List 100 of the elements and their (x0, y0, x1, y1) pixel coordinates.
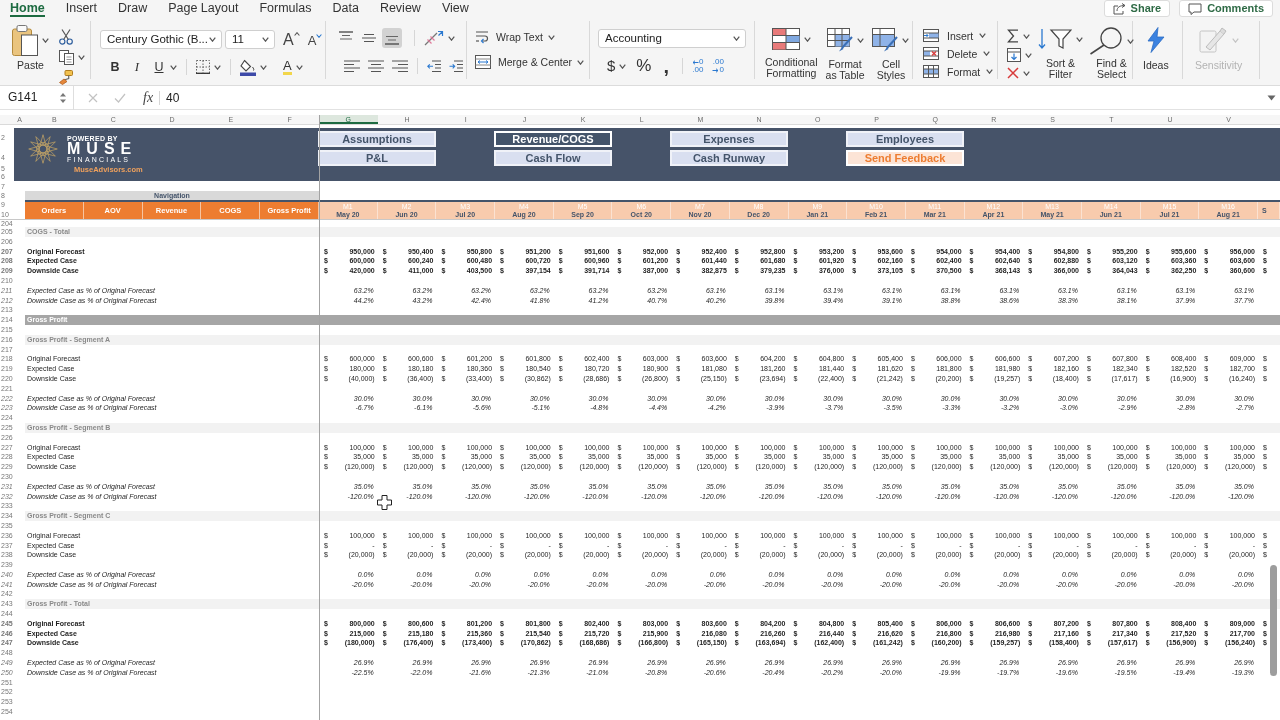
star-emblem-icon (28, 134, 58, 164)
conditional-formatting-button[interactable]: Conditional Formatting (765, 28, 818, 79)
sum-icon[interactable] (1007, 29, 1019, 43)
caret-icon[interactable] (170, 64, 177, 70)
name-box-field[interactable]: G141 (0, 85, 74, 110)
highlighted-grid-icon (771, 28, 800, 50)
bold-button[interactable]: B (108, 61, 122, 73)
arrow-left-icon (692, 59, 700, 65)
align-right-icon[interactable] (392, 59, 408, 73)
caret-icon[interactable] (1023, 33, 1030, 39)
formula-field[interactable]: 40 (166, 88, 1267, 107)
increase-indent-icon[interactable] (449, 60, 463, 72)
align-middle-icon (361, 31, 377, 45)
increase-font-size-button[interactable]: A (283, 31, 300, 48)
page-link-button[interactable]: Expenses (670, 131, 788, 147)
decrease-font-size-button[interactable]: A (307, 34, 323, 48)
caret-icon[interactable] (1127, 38, 1134, 44)
page-link-button[interactable]: P&L (318, 150, 436, 166)
arrow-funnel-icon (1038, 27, 1072, 51)
caret-icon[interactable] (619, 63, 627, 69)
paintbrush-icon[interactable] (59, 70, 73, 85)
align-bottom-button[interactable] (382, 28, 402, 48)
caret-up-icon (293, 31, 300, 36)
paint-bucket-icon[interactable] (240, 58, 256, 76)
insert-function-button[interactable]: fx (143, 91, 154, 104)
down-arrow-box-icon[interactable] (1007, 48, 1021, 62)
find-select-button[interactable]: Find & Select (1089, 27, 1134, 79)
comments-button[interactable]: Comments (1179, 0, 1273, 17)
caret-icon[interactable] (986, 69, 994, 74)
percent-style-button[interactable]: % (636, 60, 652, 72)
borders-icon[interactable] (196, 60, 210, 74)
caret-icon[interactable] (295, 64, 303, 70)
caret-icon[interactable] (979, 33, 987, 38)
caret-icon[interactable] (214, 64, 221, 70)
wrap-text-icon (475, 30, 489, 44)
font-size-dropdown[interactable]: 11 (225, 30, 275, 49)
dropdown-triangle-icon[interactable] (1267, 94, 1276, 101)
paste-button[interactable]: Paste (12, 25, 49, 79)
underline-button[interactable]: U (152, 61, 166, 73)
ribbon-tab[interactable]: Home (10, 0, 45, 17)
caret-icon[interactable] (577, 59, 585, 65)
page-link-button[interactable]: Revenue/COGS (494, 131, 612, 147)
diagonal-arrow-icon[interactable] (424, 30, 444, 46)
ribbon-tab[interactable]: View (441, 0, 469, 17)
italic-button[interactable]: I (130, 61, 144, 73)
caret-icon[interactable] (1076, 36, 1083, 42)
ideas-button[interactable]: Ideas (1143, 27, 1169, 71)
accounting-format-button[interactable]: $ (607, 60, 616, 72)
ribbon-tab[interactable]: Formulas (259, 0, 312, 17)
cell-styles-button[interactable]: Cell Styles (872, 28, 910, 79)
font-color-button[interactable]: A (283, 59, 292, 75)
decrease-decimal-button[interactable]: .00 0 (712, 58, 724, 74)
cross-icon[interactable] (1007, 67, 1019, 79)
caret-icon[interactable] (262, 37, 269, 42)
stepper-icon (59, 91, 67, 104)
sort-filter-button[interactable]: Sort & Filter (1038, 27, 1083, 79)
decrease-indent-icon[interactable] (427, 60, 441, 72)
wrap-text-button[interactable]: Wrap Text (475, 30, 543, 44)
page-link-button[interactable]: Cash Flow (494, 150, 612, 166)
page-link-button[interactable]: Assumptions (318, 131, 436, 147)
caret-icon[interactable] (260, 64, 267, 70)
caret-icon[interactable] (856, 37, 864, 43)
insert-cells-button[interactable]: Insert (923, 29, 974, 42)
caret-icon[interactable] (547, 34, 555, 40)
format-cells-button[interactable]: Format (923, 65, 981, 78)
caret-icon[interactable] (1023, 70, 1030, 76)
ribbon-tab[interactable]: Review (379, 0, 421, 17)
page-link-button[interactable]: Cash Runway (670, 150, 788, 166)
increase-decimal-button[interactable]: 0 .00 (692, 58, 704, 74)
check-icon[interactable] (114, 92, 126, 103)
font-name-dropdown[interactable]: Century Gothic (B... (100, 30, 222, 49)
copy-icon[interactable] (59, 50, 74, 65)
caret-icon[interactable] (902, 37, 910, 43)
lightning-bolt-icon (1145, 27, 1166, 53)
format-as-table-button[interactable]: Format as Table (825, 28, 865, 79)
caret-icon[interactable] (78, 55, 85, 60)
scrollbar-thumb[interactable] (1270, 565, 1277, 676)
caret-icon[interactable] (803, 36, 811, 42)
share-button[interactable]: Share (1103, 0, 1171, 17)
caret-icon[interactable] (1025, 52, 1032, 58)
ribbon-tab[interactable]: Insert (65, 0, 97, 17)
merge-cells-icon (475, 55, 491, 69)
speech-bubble-icon (1188, 2, 1203, 15)
ribbon-tab[interactable]: Data (332, 0, 359, 17)
ribbon-tab[interactable]: Draw (118, 0, 148, 17)
caret-icon[interactable] (733, 36, 740, 41)
search-icon (1089, 27, 1123, 55)
delete-cells-button[interactable]: Delete (923, 47, 978, 60)
caret-icon[interactable] (983, 51, 991, 56)
merge-center-button[interactable]: Merge & Center (475, 55, 573, 69)
table-brush-icon (826, 28, 853, 52)
ribbon-tab[interactable]: Page Layout (168, 0, 239, 17)
caret-icon[interactable] (209, 37, 216, 42)
align-left-icon[interactable] (344, 59, 360, 73)
caret-icon[interactable] (448, 35, 455, 41)
page-link-button[interactable]: Employees (846, 131, 964, 147)
scissors-icon[interactable] (59, 29, 73, 45)
number-format-dropdown[interactable]: Accounting (598, 29, 746, 48)
align-center-icon[interactable] (368, 59, 384, 73)
caret-icon[interactable] (42, 38, 49, 43)
